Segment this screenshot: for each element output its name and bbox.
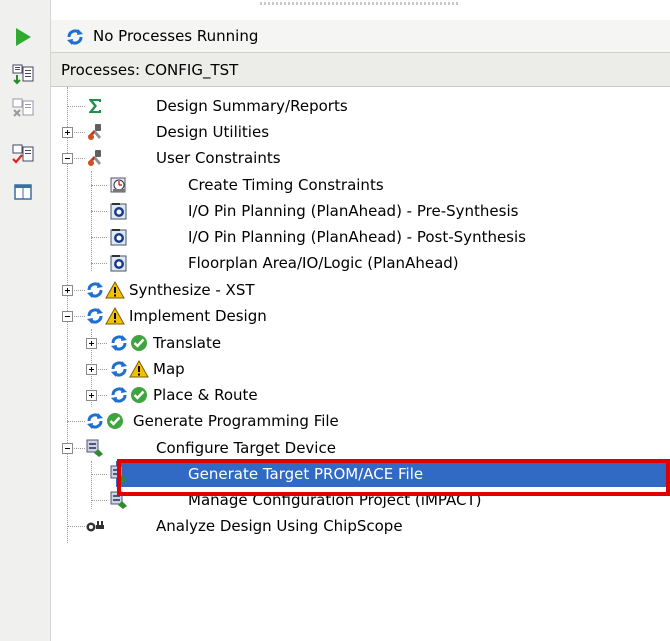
collapse-icon[interactable]	[62, 443, 73, 454]
remove-sources-icon[interactable]	[11, 97, 35, 121]
tree-item[interactable]: Map	[51, 356, 670, 382]
processes-header: Processes: CONFIG_TST	[51, 53, 670, 87]
tree-item[interactable]: I/O Pin Planning (PlanAhead) - Pre-Synth…	[51, 198, 670, 224]
refresh-icon	[65, 27, 85, 47]
tree-item[interactable]: Implement Design	[51, 303, 670, 329]
panel-grip[interactable]	[260, 2, 460, 5]
expand-icon[interactable]	[62, 285, 73, 296]
tree-item[interactable]: Synthesize - XST	[51, 277, 670, 303]
expand-icon[interactable]	[86, 338, 97, 349]
warning-icon	[129, 359, 149, 379]
sigma-icon	[85, 96, 105, 116]
tree-item-label: Design Summary/Reports	[156, 97, 348, 115]
tree-item-label: Floorplan Area/IO/Logic (PlanAhead)	[188, 254, 459, 272]
status-text: No Processes Running	[93, 27, 259, 45]
tools-icon	[85, 148, 105, 168]
tree-item-label: I/O Pin Planning (PlanAhead) - Pre-Synth…	[188, 202, 519, 220]
warning-icon	[105, 280, 125, 300]
process-icon	[85, 280, 105, 300]
tree-item-label: Create Timing Constraints	[188, 176, 384, 194]
processes-title: Processes: CONFIG_TST	[61, 61, 239, 79]
tree-item-label: Map	[153, 360, 185, 378]
check-sources-icon[interactable]	[11, 143, 35, 167]
check-circle-icon	[129, 385, 149, 405]
window-icon[interactable]	[11, 180, 35, 204]
tree-item-label: Analyze Design Using ChipScope	[156, 517, 403, 535]
process-icon	[85, 411, 105, 431]
clock-icon	[109, 175, 129, 195]
tree-item-label: Translate	[153, 334, 222, 352]
tree-item[interactable]: Configure Target Device	[51, 435, 670, 461]
tools-icon	[85, 122, 105, 142]
collapse-icon[interactable]	[62, 153, 73, 164]
add-sources-icon[interactable]	[11, 63, 35, 87]
left-toolbar	[0, 0, 51, 641]
tree-item[interactable]: I/O Pin Planning (PlanAhead) - Post-Synt…	[51, 224, 670, 250]
tree-item-label: I/O Pin Planning (PlanAhead) - Post-Synt…	[188, 228, 526, 246]
chipscope-icon	[85, 516, 105, 536]
expand-icon[interactable]	[62, 127, 73, 138]
tree-item[interactable]: Analyze Design Using ChipScope	[51, 513, 670, 539]
selection-highlight-box	[117, 459, 670, 496]
tree-item-label: Implement Design	[129, 307, 267, 325]
tree-item[interactable]: Design Summary/Reports	[51, 93, 670, 119]
tree-item-label: Design Utilities	[156, 123, 270, 141]
tree-item-label: Configure Target Device	[156, 439, 336, 457]
tree-item[interactable]: Create Timing Constraints	[51, 172, 670, 198]
expand-icon[interactable]	[86, 364, 97, 375]
process-icon	[109, 385, 129, 405]
device-icon	[85, 438, 105, 458]
planahead-icon	[109, 253, 129, 273]
collapse-icon[interactable]	[62, 311, 73, 322]
process-icon	[109, 333, 129, 353]
warning-icon	[105, 306, 125, 326]
tree-item[interactable]: Floorplan Area/IO/Logic (PlanAhead)	[51, 250, 670, 276]
tree-item[interactable]: Place & Route	[51, 382, 670, 408]
planahead-icon	[109, 227, 129, 247]
tree-item-label: Generate Programming File	[133, 412, 339, 430]
run-icon[interactable]	[11, 25, 35, 49]
process-tree: Design Summary/Reports Design Utilities Us…	[51, 87, 670, 641]
check-circle-icon	[129, 333, 149, 353]
tree-item[interactable]: Design Utilities	[51, 119, 670, 145]
tree-item-label: User Constraints	[156, 149, 281, 167]
process-icon	[109, 359, 129, 379]
planahead-icon	[109, 201, 129, 221]
tree-item[interactable]: User Constraints	[51, 145, 670, 171]
tree-item-label: Place & Route	[153, 386, 258, 404]
process-icon	[85, 306, 105, 326]
tree-item[interactable]: Generate Programming File	[51, 408, 670, 434]
tree-item-label: Synthesize - XST	[129, 281, 255, 299]
status-bar: No Processes Running	[51, 20, 670, 53]
tree-item[interactable]: Translate	[51, 330, 670, 356]
check-circle-icon	[105, 411, 125, 431]
expand-icon[interactable]	[86, 390, 97, 401]
